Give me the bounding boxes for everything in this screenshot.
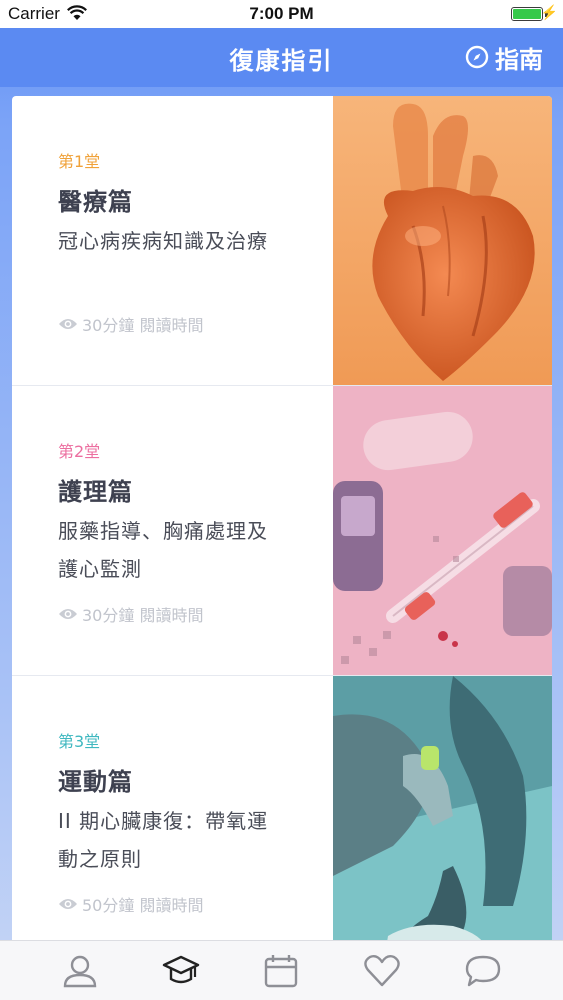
lesson-description: 冠心病疾病知識及治療 bbox=[58, 229, 268, 253]
lesson-card-3[interactable]: 第3堂 運動篇 II 期心臟康復：帶氧運動之原則 50分鐘 閱讀時間 bbox=[12, 676, 552, 966]
clock: 7:00 PM bbox=[249, 4, 314, 23]
guide-label: 指南 bbox=[495, 45, 543, 74]
runner-photo bbox=[333, 676, 552, 965]
heart-illustration bbox=[333, 96, 552, 385]
eye-icon bbox=[59, 609, 77, 619]
tab-health[interactable] bbox=[360, 949, 404, 993]
lesson-description: 服藥指導、胸痛處理及護心監測 bbox=[58, 519, 268, 581]
navigation-bar: 復康指引 指南 bbox=[0, 28, 563, 87]
profile-icon bbox=[64, 955, 97, 987]
medical-supplies-photo bbox=[333, 386, 552, 675]
read-time: 50分鐘 閱讀時間 bbox=[58, 892, 203, 916]
eye-icon bbox=[59, 319, 77, 329]
lesson-number: 第1堂 bbox=[58, 152, 101, 171]
lesson-list: 第1堂 醫療篇 冠心病疾病知識及治療 30分鐘 閱讀時間 第2堂 護理篇 服藥指… bbox=[12, 96, 552, 966]
lesson-number: 第2堂 bbox=[58, 442, 101, 461]
tab-courses[interactable] bbox=[159, 949, 203, 993]
lesson-category: 醫療篇 bbox=[58, 188, 133, 216]
tab-calendar[interactable] bbox=[259, 949, 303, 993]
lesson-card-2[interactable]: 第2堂 護理篇 服藥指導、胸痛處理及護心監測 30分鐘 閱讀時間 bbox=[12, 386, 552, 676]
status-bar: Carrier 7:00 PM ⚡ bbox=[0, 0, 563, 28]
battery-icon bbox=[511, 7, 543, 21]
read-time-label: 30分鐘 閱讀時間 bbox=[82, 606, 204, 625]
lesson-category: 護理篇 bbox=[58, 478, 133, 506]
read-time-label: 50分鐘 閱讀時間 bbox=[82, 896, 204, 915]
chat-bubble-icon bbox=[465, 955, 500, 986]
calendar-icon bbox=[265, 954, 298, 987]
compass-icon bbox=[465, 45, 489, 69]
graduation-cap-icon bbox=[162, 955, 200, 983]
lesson-description: II 期心臟康復：帶氧運動之原則 bbox=[58, 809, 269, 871]
tab-messages[interactable] bbox=[461, 949, 505, 993]
guide-button[interactable]: 指南 bbox=[465, 41, 543, 74]
heart-icon bbox=[364, 954, 400, 986]
lesson-number: 第3堂 bbox=[58, 732, 101, 751]
lesson-card-1[interactable]: 第1堂 醫療篇 冠心病疾病知識及治療 30分鐘 閱讀時間 bbox=[12, 96, 552, 386]
tab-profile[interactable] bbox=[58, 949, 102, 993]
read-time: 30分鐘 閱讀時間 bbox=[58, 312, 203, 336]
read-time: 30分鐘 閱讀時間 bbox=[58, 602, 203, 626]
tab-bar bbox=[0, 940, 563, 1000]
charging-icon: ⚡ bbox=[540, 4, 558, 20]
read-time-label: 30分鐘 閱讀時間 bbox=[82, 316, 204, 335]
lesson-category: 運動篇 bbox=[58, 768, 133, 796]
eye-icon bbox=[59, 899, 77, 909]
